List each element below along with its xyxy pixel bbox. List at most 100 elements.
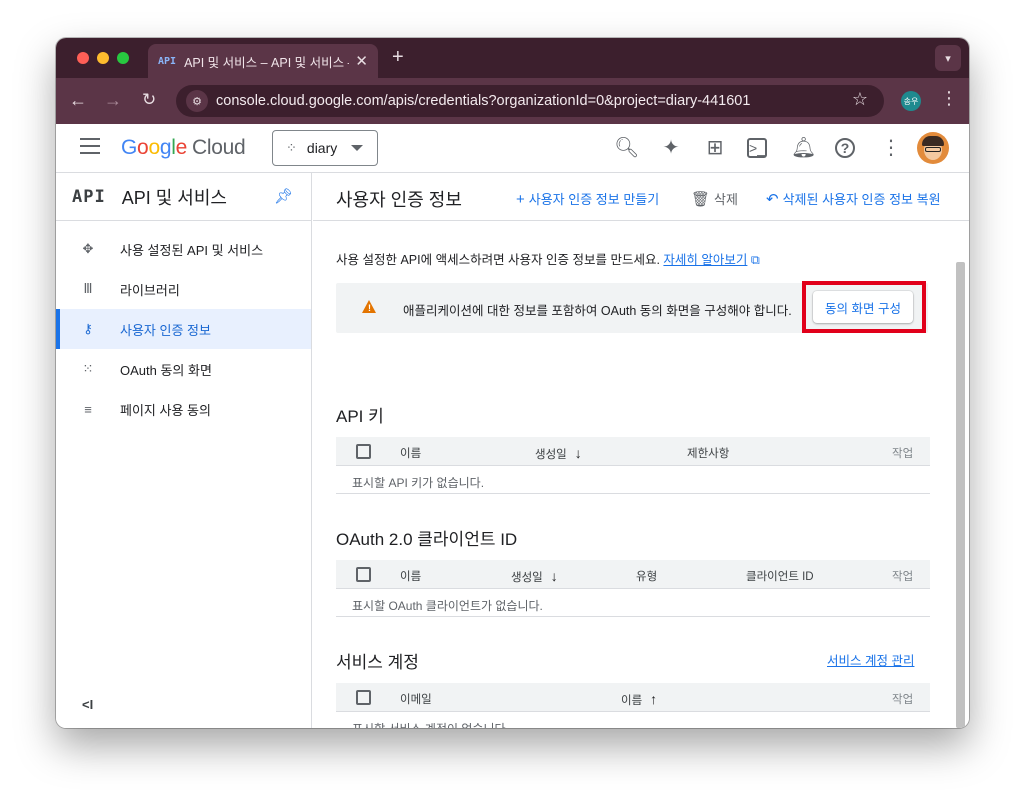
column-name[interactable]: 이름 bbox=[400, 445, 421, 461]
tab-search-button[interactable]: ▾ bbox=[935, 45, 961, 71]
select-all-checkbox[interactable] bbox=[356, 690, 371, 705]
column-name[interactable]: 이름 bbox=[400, 568, 421, 584]
empty-message: 표시할 OAuth 클라이언트가 없습니다. bbox=[352, 599, 543, 613]
learn-more-link[interactable]: 자세히 알아보기 bbox=[663, 253, 747, 267]
bookmark-star-icon[interactable]: ☆ bbox=[852, 89, 868, 110]
project-selector[interactable]: ⁘ diary bbox=[272, 130, 378, 166]
table-row: 표시할 OAuth 클라이언트가 없습니다. bbox=[336, 589, 930, 617]
sidebar-item-enabled-apis[interactable]: ✥ 사용 설정된 API 및 서비스 bbox=[56, 229, 311, 269]
scrollbar[interactable] bbox=[956, 262, 965, 728]
column-actions: 작업 bbox=[892, 448, 914, 460]
empty-message: 표시할 서비스 계정이 없습니다. bbox=[352, 720, 509, 728]
sidebar-item-label: 사용 설정된 API 및 서비스 bbox=[120, 242, 264, 258]
account-avatar[interactable] bbox=[917, 132, 949, 164]
collapse-sidebar-button[interactable]: <I bbox=[82, 697, 93, 712]
address-bar[interactable]: ⚙ console.cloud.google.com/apis/credenti… bbox=[176, 85, 884, 117]
configure-consent-screen-button[interactable]: 동의 화면 구성 bbox=[813, 291, 913, 323]
google-cloud-logo[interactable]: Google Cloud bbox=[121, 136, 246, 160]
column-name[interactable]: 이름 ↑ bbox=[621, 691, 657, 708]
create-credentials-button[interactable]: + 사용자 인증 정보 만들기 bbox=[516, 189, 659, 208]
select-all-checkbox[interactable] bbox=[356, 567, 371, 582]
restore-deleted-credentials-button[interactable]: ↶ 삭제된 사용자 인증 정보 복원 bbox=[766, 189, 941, 208]
delete-button[interactable]: 🗑︎ 삭제 bbox=[691, 189, 738, 208]
plus-icon: + bbox=[516, 191, 525, 208]
table-row: 표시할 서비스 계정이 없습니다. bbox=[336, 712, 930, 728]
oauth-clients-table: 이름 생성일 ↓ 유형 클라이언트 ID 작업 표시할 OAuth 클라이언트가 … bbox=[336, 560, 930, 617]
api-keys-table: 이름 생성일 ↓ 제한사항 작업 표시할 API 키가 없습니다. bbox=[336, 437, 930, 494]
reload-icon[interactable]: ↻ bbox=[142, 90, 156, 110]
table-row: 표시할 API 키가 없습니다. bbox=[336, 466, 930, 494]
api-favicon-icon: API bbox=[158, 55, 177, 67]
column-actions: 작업 bbox=[892, 571, 914, 583]
intro-text: 사용 설정한 API에 액세스하려면 사용자 인증 정보를 만드세요. 자세히 … bbox=[336, 253, 760, 267]
select-all-checkbox[interactable] bbox=[356, 444, 371, 459]
new-tab-button[interactable]: + bbox=[392, 46, 404, 69]
browser-tab[interactable]: API API 및 서비스 – API 및 서비스 – ✕ bbox=[148, 44, 378, 78]
oauth-clients-title: OAuth 2.0 클라이언트 ID bbox=[336, 530, 518, 549]
sidebar: API API 및 서비스 📌︎ ✥ 사용 설정된 API 및 서비스 Ⅲ 라이… bbox=[56, 173, 312, 728]
service-accounts-table: 이메일 이름↑ 작업 표시할 서비스 계정이 없습니다. bbox=[336, 683, 930, 728]
library-icon: Ⅲ bbox=[83, 281, 93, 296]
settings-list-icon: ≡ bbox=[84, 401, 92, 417]
table-header: 이름 생성일 ↓ 제한사항 작업 bbox=[336, 437, 930, 466]
sidebar-item-library[interactable]: Ⅲ 라이브러리 bbox=[56, 269, 311, 309]
caret-down-icon bbox=[351, 145, 363, 151]
pin-icon[interactable]: 📌︎ bbox=[274, 187, 293, 205]
main-content: 사용자 인증 정보 + 사용자 인증 정보 만들기 🗑︎ 삭제 ↶ 삭제된 사용자 인… bbox=[313, 173, 969, 728]
manage-service-accounts-link[interactable]: 서비스 계정 관리 bbox=[827, 650, 914, 669]
banner-text: 애플리케이션에 대한 정보를 포함하여 OAuth 동의 화면을 구성해야 합니… bbox=[403, 304, 792, 318]
api-logo-icon: API bbox=[72, 186, 106, 207]
gemini-sparkle-icon[interactable]: ✦ bbox=[659, 136, 683, 160]
sidebar-item-label: OAuth 동의 화면 bbox=[120, 362, 212, 378]
forward-arrow-icon[interactable]: → bbox=[104, 90, 122, 111]
console-header: Google Cloud ⁘ diary 🔍︎ ✦ ⊞ >_ 🔔︎ ? ⋮ bbox=[56, 124, 969, 173]
browser-toolbar: ← → ↻ ⚙ console.cloud.google.com/apis/cr… bbox=[56, 78, 969, 124]
column-restrictions[interactable]: 제한사항 bbox=[687, 445, 729, 461]
tab-close-icon[interactable]: ✕ bbox=[355, 52, 368, 70]
notifications-bell-icon[interactable]: 🔔︎ bbox=[791, 136, 816, 160]
maximize-window-button[interactable] bbox=[117, 52, 129, 64]
help-icon[interactable]: ? bbox=[835, 138, 855, 158]
key-icon: ⚷ bbox=[83, 321, 93, 336]
table-header: 이름 생성일 ↓ 유형 클라이언트 ID 작업 bbox=[336, 560, 930, 589]
sidebar-item-label: 사용자 인증 정보 bbox=[120, 322, 211, 338]
column-client-id[interactable]: 클라이언트 ID bbox=[746, 568, 814, 584]
diamond-icon: ✥ bbox=[82, 241, 94, 256]
cloud-shell-icon[interactable]: >_ bbox=[747, 138, 767, 158]
project-icon: ⁘ bbox=[286, 140, 297, 155]
sidebar-item-label: 페이지 사용 동의 bbox=[120, 402, 211, 418]
sidebar-header: API API 및 서비스 📌︎ bbox=[56, 173, 311, 221]
column-created[interactable]: 생성일 ↓ bbox=[535, 445, 582, 462]
column-type[interactable]: 유형 bbox=[636, 568, 657, 584]
close-window-button[interactable] bbox=[77, 52, 89, 64]
trash-icon: 🗑︎ bbox=[691, 191, 711, 208]
column-email[interactable]: 이메일 bbox=[400, 691, 432, 707]
site-settings-icon[interactable]: ⚙ bbox=[186, 90, 208, 112]
tab-title: API 및 서비스 – API 및 서비스 – bbox=[184, 55, 350, 70]
more-options-icon[interactable]: ⋮ bbox=[879, 136, 903, 160]
column-created[interactable]: 생성일 ↓ bbox=[511, 568, 558, 585]
sidebar-item-page-usage-agreements[interactable]: ≡ 페이지 사용 동의 bbox=[56, 389, 311, 429]
page-title: 사용자 인증 정보 bbox=[336, 190, 462, 210]
sidebar-item-oauth-consent[interactable]: ⁙ OAuth 동의 화면 bbox=[56, 349, 311, 389]
sort-arrow-icon: ↓ bbox=[574, 445, 582, 461]
back-arrow-icon[interactable]: ← bbox=[69, 90, 87, 111]
page-header: 사용자 인증 정보 + 사용자 인증 정보 만들기 🗑︎ 삭제 ↶ 삭제된 사용자 인… bbox=[313, 173, 969, 221]
gift-icon[interactable]: ⊞ bbox=[703, 136, 727, 160]
empty-message: 표시할 API 키가 없습니다. bbox=[352, 476, 485, 490]
url-text[interactable]: console.cloud.google.com/apis/credential… bbox=[216, 93, 750, 109]
service-accounts-title: 서비스 계정 bbox=[336, 653, 419, 672]
sidebar-title: API 및 서비스 bbox=[121, 187, 227, 208]
search-icon[interactable]: 🔍︎ bbox=[614, 136, 639, 160]
profile-avatar[interactable]: 송우 bbox=[901, 91, 921, 111]
sort-arrow-icon: ↓ bbox=[550, 568, 558, 584]
hamburger-menu-icon[interactable] bbox=[80, 138, 100, 154]
browser-menu-icon[interactable]: ⋮ bbox=[940, 88, 958, 109]
tab-strip: API API 및 서비스 – API 및 서비스 – ✕ + ▾ bbox=[56, 38, 969, 78]
sidebar-item-label: 라이브러리 bbox=[120, 282, 180, 298]
minimize-window-button[interactable] bbox=[97, 52, 109, 64]
api-keys-title: API 키 bbox=[336, 407, 384, 426]
browser-window: API API 및 서비스 – API 및 서비스 – ✕ + ▾ ← → ↻ … bbox=[56, 38, 969, 728]
table-header: 이메일 이름 ↑ 작업 bbox=[336, 683, 930, 712]
sidebar-item-credentials[interactable]: ⚷ 사용자 인증 정보 bbox=[56, 309, 311, 349]
